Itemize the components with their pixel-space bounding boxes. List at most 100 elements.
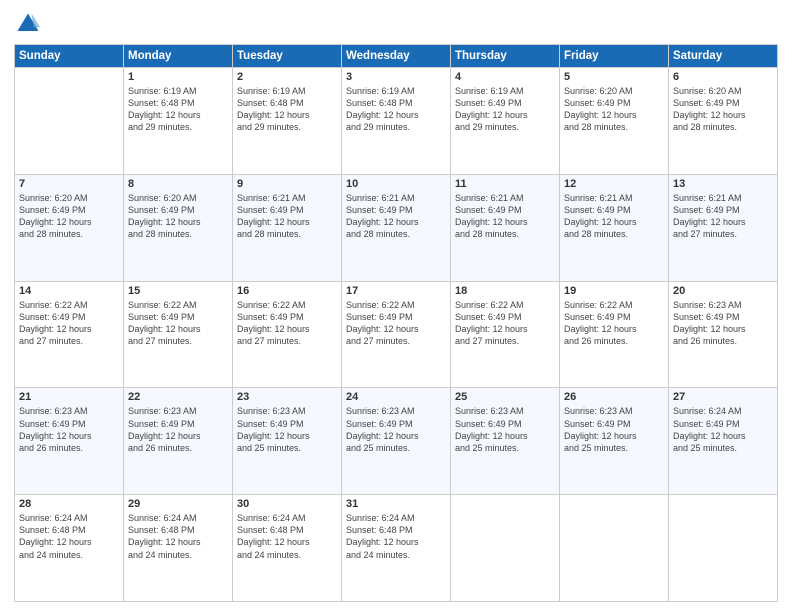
cell-daylight-info: Sunrise: 6:23 AM Sunset: 6:49 PM Dayligh… [455,405,555,454]
day-number: 28 [19,498,119,510]
cell-daylight-info: Sunrise: 6:23 AM Sunset: 6:49 PM Dayligh… [346,405,446,454]
cell-daylight-info: Sunrise: 6:22 AM Sunset: 6:49 PM Dayligh… [237,299,337,348]
day-number: 4 [455,71,555,83]
day-number: 12 [564,178,664,190]
calendar-cell: 6 Sunrise: 6:20 AM Sunset: 6:49 PM Daylig… [669,68,778,175]
weekday-header-monday: Monday [124,45,233,68]
calendar-cell: 5Sunrise: 6:20 AM Sunset: 6:49 PM Daylig… [560,68,669,175]
calendar-week-2: 7 Sunrise: 6:20 AM Sunset: 6:49 PM Daylig… [15,174,778,281]
calendar-cell: 24Sunrise: 6:23 AM Sunset: 6:49 PM Dayli… [342,388,451,495]
cell-daylight-info: Sunrise: 6:24 AM Sunset: 6:48 PM Dayligh… [128,512,228,561]
day-number: 21 [19,391,119,403]
cell-daylight-info: Sunrise: 6:23 AM Sunset: 6:49 PM Dayligh… [673,299,773,348]
calendar-cell: 10 Sunrise: 6:21 AM Sunset: 6:49 PM Dayli… [342,174,451,281]
calendar-cell: 20 Sunrise: 6:23 AM Sunset: 6:49 PM Dayli… [669,281,778,388]
day-number: 31 [346,498,446,510]
day-number: 16 [237,285,337,297]
calendar-cell [560,495,669,602]
weekday-header-sunday: Sunday [15,45,124,68]
day-number: 30 [237,498,337,510]
calendar-table: SundayMondayTuesdayWednesdayThursdayFrid… [14,44,778,602]
calendar-week-1: 1 Sunrise: 6:19 AM Sunset: 6:48 PM Daylig… [15,68,778,175]
cell-daylight-info: Sunrise: 6:19 AM Sunset: 6:48 PM Dayligh… [237,85,337,134]
calendar-cell: 17 Sunrise: 6:22 AM Sunset: 6:49 PM Dayli… [342,281,451,388]
cell-daylight-info: Sunrise: 6:22 AM Sunset: 6:49 PM Dayligh… [128,299,228,348]
cell-daylight-info: Sunrise: 6:21 AM Sunset: 6:49 PM Dayligh… [564,192,664,241]
calendar-cell: 22Sunrise: 6:23 AM Sunset: 6:49 PM Dayli… [124,388,233,495]
calendar-cell: 14Sunrise: 6:22 AM Sunset: 6:49 PM Dayli… [15,281,124,388]
day-number: 25 [455,391,555,403]
cell-daylight-info: Sunrise: 6:21 AM Sunset: 6:49 PM Dayligh… [237,192,337,241]
cell-daylight-info: Sunrise: 6:24 AM Sunset: 6:48 PM Dayligh… [237,512,337,561]
logo [14,10,46,38]
calendar-cell: 26 Sunrise: 6:23 AM Sunset: 6:49 PM Dayli… [560,388,669,495]
day-number: 18 [455,285,555,297]
calendar-cell: 23Sunrise: 6:23 AM Sunset: 6:49 PM Dayli… [233,388,342,495]
cell-daylight-info: Sunrise: 6:22 AM Sunset: 6:49 PM Dayligh… [19,299,119,348]
calendar-cell: 15 Sunrise: 6:22 AM Sunset: 6:49 PM Dayli… [124,281,233,388]
cell-daylight-info: Sunrise: 6:24 AM Sunset: 6:49 PM Dayligh… [673,405,773,454]
calendar-cell: 25 Sunrise: 6:23 AM Sunset: 6:49 PM Dayli… [451,388,560,495]
day-number: 8 [128,178,228,190]
calendar-cell: 2 Sunrise: 6:19 AM Sunset: 6:48 PM Daylig… [233,68,342,175]
cell-daylight-info: Sunrise: 6:21 AM Sunset: 6:49 PM Dayligh… [673,192,773,241]
logo-icon [14,10,42,38]
cell-daylight-info: Sunrise: 6:20 AM Sunset: 6:49 PM Dayligh… [128,192,228,241]
calendar-week-3: 14Sunrise: 6:22 AM Sunset: 6:49 PM Dayli… [15,281,778,388]
calendar-week-5: 28 Sunrise: 6:24 AM Sunset: 6:48 PM Dayli… [15,495,778,602]
day-number: 11 [455,178,555,190]
day-number: 2 [237,71,337,83]
cell-daylight-info: Sunrise: 6:21 AM Sunset: 6:49 PM Dayligh… [455,192,555,241]
cell-daylight-info: Sunrise: 6:19 AM Sunset: 6:49 PM Dayligh… [455,85,555,134]
day-number: 27 [673,391,773,403]
day-number: 20 [673,285,773,297]
day-number: 6 [673,71,773,83]
day-number: 13 [673,178,773,190]
cell-daylight-info: Sunrise: 6:22 AM Sunset: 6:49 PM Dayligh… [455,299,555,348]
cell-daylight-info: Sunrise: 6:21 AM Sunset: 6:49 PM Dayligh… [346,192,446,241]
cell-daylight-info: Sunrise: 6:19 AM Sunset: 6:48 PM Dayligh… [128,85,228,134]
calendar-cell: 1 Sunrise: 6:19 AM Sunset: 6:48 PM Daylig… [124,68,233,175]
day-number: 23 [237,391,337,403]
cell-daylight-info: Sunrise: 6:20 AM Sunset: 6:49 PM Dayligh… [19,192,119,241]
day-number: 7 [19,178,119,190]
day-number: 10 [346,178,446,190]
cell-daylight-info: Sunrise: 6:22 AM Sunset: 6:49 PM Dayligh… [564,299,664,348]
day-number: 15 [128,285,228,297]
calendar-cell: 30 Sunrise: 6:24 AM Sunset: 6:48 PM Dayli… [233,495,342,602]
day-number: 22 [128,391,228,403]
header [14,10,778,38]
calendar-cell: 8 Sunrise: 6:20 AM Sunset: 6:49 PM Daylig… [124,174,233,281]
day-number: 1 [128,71,228,83]
calendar-cell: 31Sunrise: 6:24 AM Sunset: 6:48 PM Dayli… [342,495,451,602]
day-number: 17 [346,285,446,297]
calendar-cell: 16 Sunrise: 6:22 AM Sunset: 6:49 PM Dayli… [233,281,342,388]
calendar-cell: 3Sunrise: 6:19 AM Sunset: 6:48 PM Daylig… [342,68,451,175]
calendar-cell [15,68,124,175]
calendar-cell: 11 Sunrise: 6:21 AM Sunset: 6:49 PM Dayli… [451,174,560,281]
calendar-cell: 29 Sunrise: 6:24 AM Sunset: 6:48 PM Dayli… [124,495,233,602]
calendar-cell: 18 Sunrise: 6:22 AM Sunset: 6:49 PM Dayli… [451,281,560,388]
day-number: 9 [237,178,337,190]
day-number: 29 [128,498,228,510]
cell-daylight-info: Sunrise: 6:22 AM Sunset: 6:49 PM Dayligh… [346,299,446,348]
calendar-cell: 9 Sunrise: 6:21 AM Sunset: 6:49 PM Daylig… [233,174,342,281]
cell-daylight-info: Sunrise: 6:23 AM Sunset: 6:49 PM Dayligh… [19,405,119,454]
day-number: 3 [346,71,446,83]
calendar-cell: 19 Sunrise: 6:22 AM Sunset: 6:49 PM Dayli… [560,281,669,388]
day-number: 19 [564,285,664,297]
cell-daylight-info: Sunrise: 6:23 AM Sunset: 6:49 PM Dayligh… [564,405,664,454]
calendar-cell: 28Sunrise: 6:24 AM Sunset: 6:48 PM Dayli… [15,495,124,602]
day-number: 26 [564,391,664,403]
weekday-header-thursday: Thursday [451,45,560,68]
calendar-cell: 21 Sunrise: 6:23 AM Sunset: 6:49 PM Dayli… [15,388,124,495]
weekday-header-row: SundayMondayTuesdayWednesdayThursdayFrid… [15,45,778,68]
calendar-cell [669,495,778,602]
weekday-header-wednesday: Wednesday [342,45,451,68]
weekday-header-saturday: Saturday [669,45,778,68]
day-number: 5 [564,71,664,83]
weekday-header-friday: Friday [560,45,669,68]
calendar-cell: 12 Sunrise: 6:21 AM Sunset: 6:49 PM Dayli… [560,174,669,281]
cell-daylight-info: Sunrise: 6:20 AM Sunset: 6:49 PM Dayligh… [673,85,773,134]
calendar-cell: 27 Sunrise: 6:24 AM Sunset: 6:49 PM Dayli… [669,388,778,495]
